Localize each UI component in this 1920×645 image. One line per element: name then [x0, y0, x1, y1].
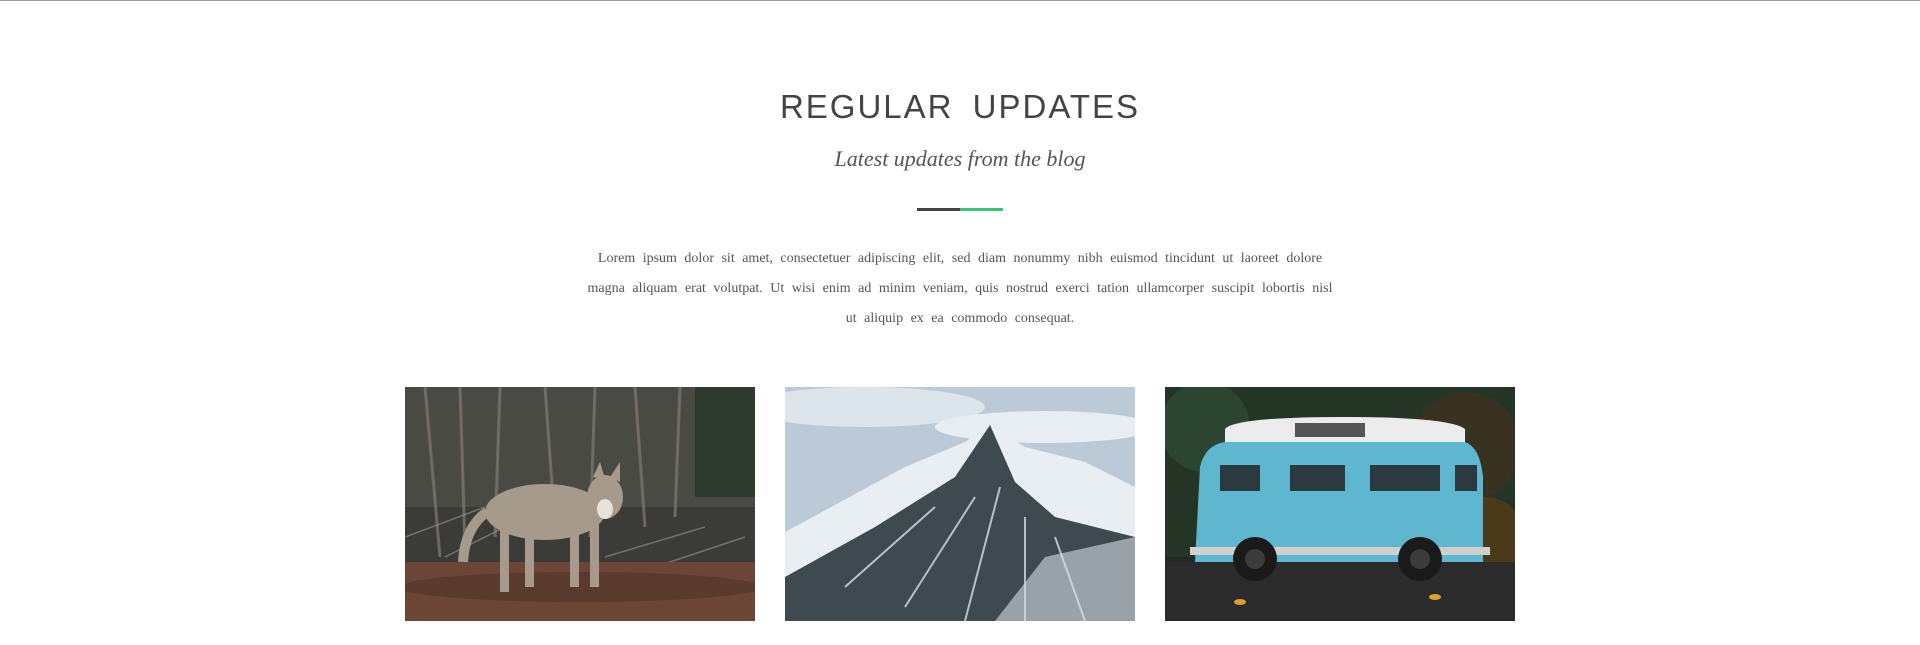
- blog-post-card[interactable]: [1165, 387, 1515, 621]
- wolf-photo[interactable]: [405, 387, 755, 621]
- snowy-mountain-photo[interactable]: [785, 387, 1135, 621]
- section-title: REGULAR UPDATES: [779, 88, 1141, 125]
- top-divider: [0, 0, 1920, 1]
- divider-accent-segment: [960, 208, 1003, 211]
- blog-post-card[interactable]: [785, 387, 1135, 621]
- blue-van-photo[interactable]: [1165, 387, 1515, 621]
- title-divider: [917, 208, 1003, 211]
- section-subtitle: Latest updates from the blog: [834, 146, 1086, 171]
- blog-post-card[interactable]: [405, 387, 755, 621]
- intro-paragraph: Lorem ipsum dolor sit amet, consectetuer…: [587, 251, 1333, 326]
- divider-dark-segment: [917, 208, 960, 211]
